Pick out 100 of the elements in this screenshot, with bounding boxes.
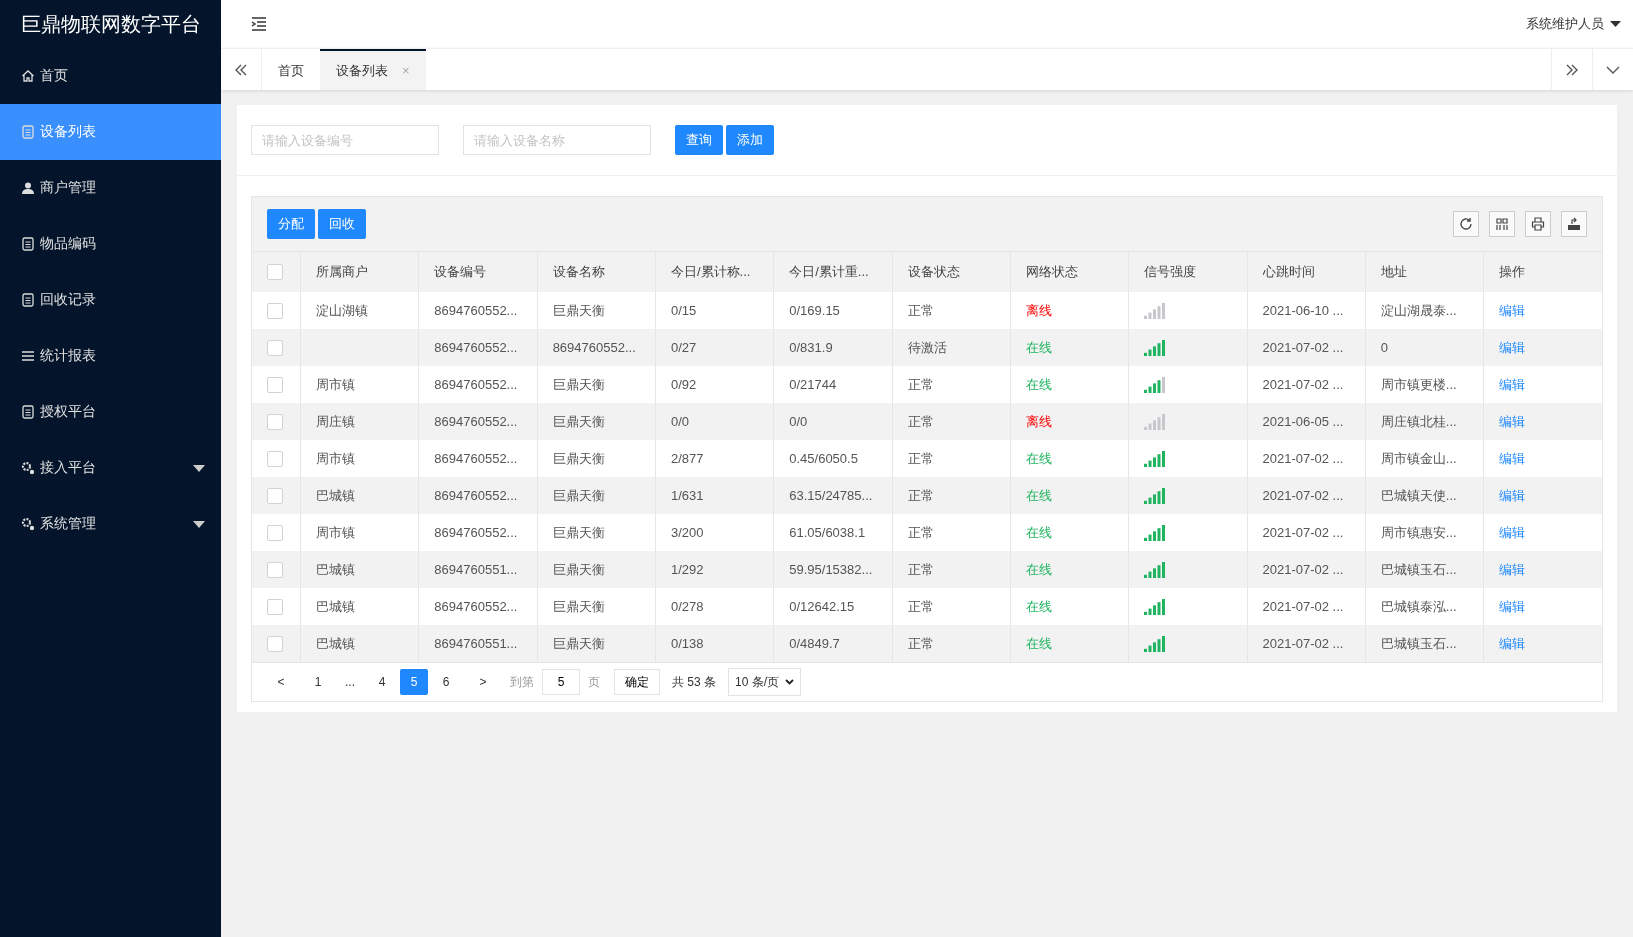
double-chevron-right-icon bbox=[1565, 63, 1579, 76]
edit-link[interactable]: 编辑 bbox=[1499, 598, 1526, 614]
sidebar-item[interactable]: 首页 bbox=[0, 48, 221, 104]
double-chevron-left-icon bbox=[234, 63, 248, 76]
page-button[interactable]: 6 bbox=[432, 669, 460, 695]
app-title: 巨鼎物联网数字平台 bbox=[19, 11, 202, 37]
table-cell: 0/138 bbox=[655, 625, 774, 662]
sidebar-item[interactable]: 商户管理 bbox=[0, 160, 221, 216]
row-checkbox[interactable] bbox=[267, 524, 283, 541]
table-cell: 2021-07-02 ... bbox=[1247, 477, 1366, 514]
table-cell: 8694760552... bbox=[418, 477, 538, 514]
toolbar-button[interactable]: 回收 bbox=[318, 209, 366, 239]
tab[interactable]: 设备列表 × bbox=[320, 49, 426, 90]
edit-link[interactable]: 编辑 bbox=[1499, 524, 1526, 540]
table-cell: 8694760551... bbox=[418, 625, 538, 662]
sidebar-item[interactable]: 物品编码 bbox=[0, 216, 221, 272]
export-button[interactable] bbox=[1561, 211, 1587, 237]
column-header: 今日/累计重... bbox=[773, 251, 893, 292]
select-all-checkbox[interactable] bbox=[267, 264, 283, 280]
next-page-button[interactable]: > bbox=[464, 669, 502, 695]
goto-label: 到第 bbox=[510, 673, 534, 691]
sidebar-item[interactable]: 回收记录 bbox=[0, 272, 221, 328]
home-icon bbox=[21, 69, 35, 83]
columns-icon bbox=[1495, 217, 1509, 231]
table-cell: 2021-07-02 ... bbox=[1247, 625, 1366, 662]
row-checkbox[interactable] bbox=[267, 450, 283, 467]
row-checkbox[interactable] bbox=[267, 413, 283, 430]
table-cell: 0/0 bbox=[773, 403, 893, 440]
table-cell: 巴城镇玉石... bbox=[1365, 551, 1484, 588]
signal-icon bbox=[1144, 413, 1167, 430]
action-button[interactable]: 添加 bbox=[726, 125, 774, 155]
tab[interactable]: 首页 bbox=[262, 49, 320, 90]
tab-menu-button[interactable] bbox=[1592, 49, 1633, 90]
table-cell: 巴城镇 bbox=[300, 625, 419, 662]
scroll-right-button[interactable] bbox=[1551, 49, 1592, 90]
table-cell: 2021-07-02 ... bbox=[1247, 551, 1366, 588]
signal-icon bbox=[1144, 450, 1167, 467]
page-button[interactable]: 5 bbox=[400, 669, 428, 695]
row-checkbox[interactable] bbox=[267, 635, 283, 652]
printer-icon bbox=[1531, 217, 1545, 231]
network-status-cell: 在线 bbox=[1010, 329, 1129, 366]
scroll-left-button[interactable] bbox=[221, 49, 262, 90]
table-cell: 59.95/15382... bbox=[773, 551, 893, 588]
sidebar-item[interactable]: 系统管理 bbox=[0, 496, 221, 552]
gears-icon bbox=[21, 461, 35, 475]
column-header: 网络状态 bbox=[1010, 251, 1129, 292]
row-checkbox[interactable] bbox=[267, 376, 283, 393]
network-status-cell: 离线 bbox=[1010, 403, 1129, 440]
table-cell: 1/631 bbox=[655, 477, 774, 514]
page-button[interactable]: ... bbox=[336, 669, 364, 695]
row-checkbox[interactable] bbox=[267, 487, 283, 504]
signal-icon bbox=[1144, 561, 1167, 578]
table-cell: 0/831.9 bbox=[773, 329, 893, 366]
table-cell: 待激活 bbox=[892, 329, 1011, 366]
edit-link[interactable]: 编辑 bbox=[1499, 376, 1526, 392]
user-menu[interactable]: 系统维护人员 bbox=[1526, 15, 1621, 33]
caret-icon bbox=[193, 520, 205, 528]
sidebar-item[interactable]: 接入平台 bbox=[0, 440, 221, 496]
confirm-button[interactable]: 确定 bbox=[614, 669, 660, 695]
column-header: 所属商户 bbox=[300, 251, 419, 292]
sidebar-item[interactable]: 授权平台 bbox=[0, 384, 221, 440]
columns-button[interactable] bbox=[1489, 211, 1515, 237]
edit-link[interactable]: 编辑 bbox=[1499, 302, 1526, 318]
row-checkbox[interactable] bbox=[267, 339, 283, 356]
network-status-cell: 在线 bbox=[1010, 477, 1129, 514]
document-icon bbox=[21, 237, 35, 251]
table-cell: 8694760552... bbox=[418, 403, 538, 440]
row-checkbox[interactable] bbox=[267, 302, 283, 319]
page-input[interactable]: 5 bbox=[542, 669, 580, 695]
toolbar-button[interactable]: 分配 bbox=[267, 209, 315, 239]
row-checkbox[interactable] bbox=[267, 561, 283, 578]
edit-link[interactable]: 编辑 bbox=[1499, 450, 1526, 466]
column-header: 设备状态 bbox=[892, 251, 1011, 292]
refresh-icon bbox=[1459, 217, 1473, 231]
action-button[interactable]: 查询 bbox=[675, 125, 723, 155]
column-header: 设备名称 bbox=[537, 251, 656, 292]
table-cell: 周庄镇 bbox=[300, 403, 419, 440]
table-cell: 8694760552... bbox=[537, 329, 656, 366]
signal-icon bbox=[1144, 635, 1167, 652]
refresh-button[interactable] bbox=[1453, 211, 1479, 237]
menu-icon[interactable] bbox=[251, 17, 267, 31]
column-header: 地址 bbox=[1365, 251, 1484, 292]
table-cell: 巨鼎天衡 bbox=[537, 403, 656, 440]
print-button[interactable] bbox=[1525, 211, 1551, 237]
user-icon bbox=[21, 181, 35, 195]
page-button[interactable]: 1 bbox=[304, 669, 332, 695]
sidebar-item[interactable]: 统计报表 bbox=[0, 328, 221, 384]
row-checkbox[interactable] bbox=[267, 598, 283, 615]
page-size-select[interactable]: 10 条/页 bbox=[728, 668, 802, 696]
gears-icon bbox=[21, 517, 35, 531]
table-cell: 正常 bbox=[892, 477, 1011, 514]
table-cell: 正常 bbox=[892, 403, 1011, 440]
table-cell: 0/27 bbox=[655, 329, 774, 366]
previous-page-button[interactable]: < bbox=[262, 669, 300, 695]
caret-icon bbox=[1610, 21, 1621, 27]
chevron-down-icon bbox=[1606, 65, 1620, 74]
document-icon bbox=[21, 293, 35, 307]
column-header: 信号强度 bbox=[1128, 251, 1247, 292]
table-cell: 巴城镇 bbox=[300, 477, 419, 514]
page-button[interactable]: 4 bbox=[368, 669, 396, 695]
